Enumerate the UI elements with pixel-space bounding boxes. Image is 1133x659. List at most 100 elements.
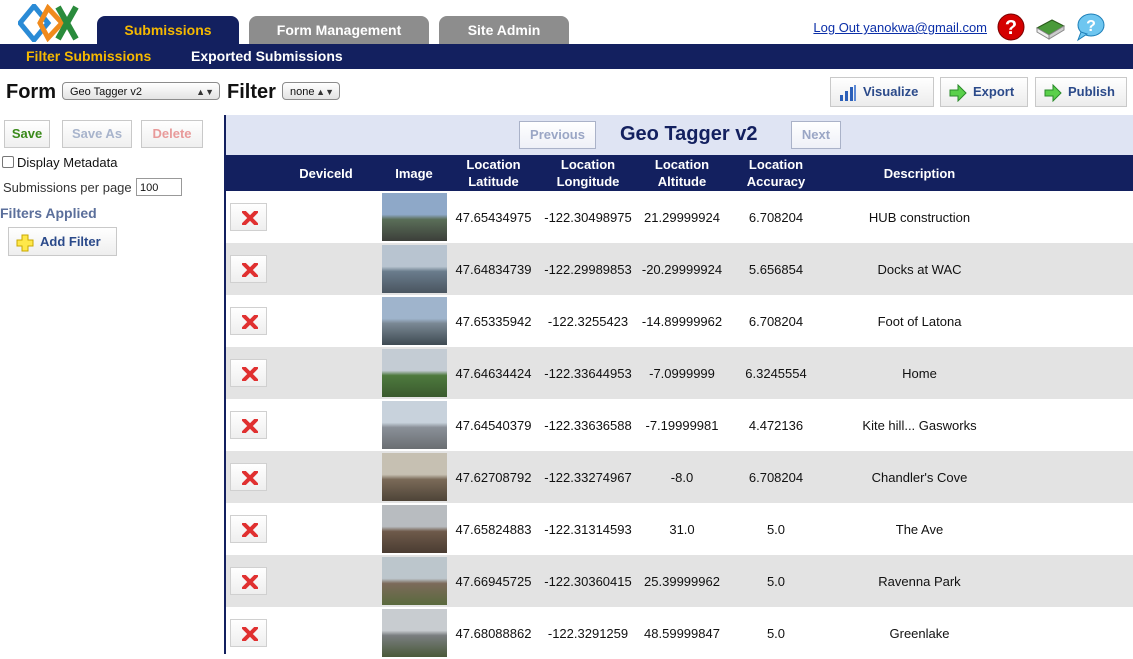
select-arrows-icon: ▲▼: [316, 87, 334, 97]
delete-submission-button[interactable]: [230, 255, 267, 283]
altitude-cell: -14.89999962: [641, 313, 723, 329]
submission-image-thumbnail[interactable]: [382, 505, 447, 553]
column-header[interactable]: Location Longitude: [540, 155, 636, 191]
form-title: Geo Tagger v2: [620, 123, 758, 145]
table-row[interactable]: 47.65824883 -122.31314593 31.0 5.0 The Ave: [226, 503, 1133, 555]
longitude-cell: -122.33644953: [544, 365, 632, 381]
filter-select[interactable]: none ▲▼: [282, 82, 340, 100]
help-icon[interactable]: ?: [995, 12, 1027, 42]
column-header[interactable]: Location Latitude: [451, 155, 536, 191]
submission-image-thumbnail[interactable]: [382, 401, 447, 449]
delete-submission-button[interactable]: [230, 567, 267, 595]
longitude-cell: -122.30360415: [544, 573, 632, 589]
book-icon[interactable]: [1034, 12, 1066, 42]
tab-submissions[interactable]: Submissions: [97, 16, 239, 44]
filter-sidebar: Save Save As Delete Display Metadata Sub…: [0, 115, 224, 654]
table-row[interactable]: 47.65434975 -122.30498975 21.29999924 6.708…: [226, 191, 1133, 243]
submission-image-thumbnail[interactable]: [382, 609, 447, 657]
per-page-input[interactable]: 100: [136, 178, 182, 196]
altitude-cell: -7.19999981: [645, 417, 719, 433]
delete-submission-button[interactable]: [230, 203, 267, 231]
table-row[interactable]: 47.64634424 -122.33644953 -7.0999999 6.3245…: [226, 347, 1133, 399]
description-cell: Kite hill... Gasworks: [862, 417, 977, 433]
tab-site-admin[interactable]: Site Admin: [439, 16, 569, 44]
description-cell: Chandler's Cove: [871, 469, 968, 485]
svg-text:?: ?: [1086, 18, 1096, 35]
delete-submission-button[interactable]: [230, 359, 267, 387]
display-metadata-option[interactable]: Display Metadata: [2, 155, 117, 170]
deviceid-cell: [276, 347, 376, 399]
add-filter-button[interactable]: Add Filter: [8, 227, 117, 256]
table-row[interactable]: 47.62708792 -122.33274967 -8.0 6.708204 Chan…: [226, 451, 1133, 503]
filter-select-value: none: [290, 86, 315, 98]
description-cell: Ravenna Park: [878, 573, 961, 589]
delete-submission-button[interactable]: [230, 307, 267, 335]
latitude-cell: 47.62708792: [455, 469, 532, 485]
logout-link[interactable]: Log Out yanokwa@gmail.com: [813, 20, 987, 35]
delete-x-icon: [242, 263, 258, 277]
description-cell: Home: [902, 365, 937, 381]
submissions-panel: Previous Geo Tagger v2 Next DeviceId Ima…: [226, 115, 1133, 657]
latitude-cell: 47.65824883: [455, 521, 532, 537]
odk-logo: [18, 4, 79, 42]
accuracy-cell: 6.708204: [748, 313, 804, 329]
latitude-cell: 47.64540379: [455, 417, 532, 433]
accuracy-cell: 5.656854: [748, 261, 804, 277]
arrow-right-icon: [1044, 84, 1062, 102]
bar-chart-icon: [840, 85, 856, 101]
table-row[interactable]: 47.68088862 -122.3291259 48.59999847 5.0 Gre…: [226, 607, 1133, 659]
display-metadata-checkbox[interactable]: [2, 156, 14, 168]
submission-image-thumbnail[interactable]: [382, 349, 447, 397]
description-cell: Foot of Latona: [877, 313, 962, 329]
nav-filter-submissions[interactable]: Filter Submissions: [26, 48, 151, 64]
column-header[interactable]: Description: [826, 155, 1013, 191]
latitude-cell: 47.64634424: [455, 365, 532, 381]
submission-image-thumbnail[interactable]: [382, 193, 447, 241]
latitude-cell: 47.68088862: [455, 625, 532, 641]
deviceid-cell: [276, 243, 376, 295]
column-header[interactable]: Location Accuracy: [728, 155, 824, 191]
delete-submission-button[interactable]: [230, 515, 267, 543]
column-header[interactable]: DeviceId: [276, 155, 376, 191]
delete-submission-button[interactable]: [230, 463, 267, 491]
submission-image-thumbnail[interactable]: [382, 297, 447, 345]
delete-submission-button[interactable]: [230, 411, 267, 439]
column-header[interactable]: Location Altitude: [638, 155, 726, 191]
delete-submission-button[interactable]: [230, 619, 267, 647]
longitude-cell: -122.33636588: [544, 417, 632, 433]
delete-x-icon: [242, 523, 258, 537]
longitude-cell: -122.33274967: [544, 469, 632, 485]
plus-icon: [16, 234, 34, 252]
publish-button[interactable]: Publish: [1035, 77, 1127, 107]
delete-x-icon: [242, 471, 258, 485]
export-button[interactable]: Export: [940, 77, 1028, 107]
nav-exported-submissions[interactable]: Exported Submissions: [191, 48, 343, 64]
accuracy-cell: 6.708204: [748, 469, 804, 485]
table-row[interactable]: 47.64834739 -122.29989853 -20.29999924 5.65…: [226, 243, 1133, 295]
save-button[interactable]: Save: [4, 120, 50, 148]
longitude-cell: -122.3291259: [547, 625, 629, 641]
table-row[interactable]: 47.66945725 -122.30360415 25.39999962 5.0 Ra…: [226, 555, 1133, 607]
delete-filter-button[interactable]: Delete: [141, 120, 203, 148]
save-as-button[interactable]: Save As: [62, 120, 132, 148]
submission-image-thumbnail[interactable]: [382, 453, 447, 501]
visualize-button[interactable]: Visualize: [830, 77, 934, 107]
tab-form-management[interactable]: Form Management: [249, 16, 429, 44]
altitude-cell: -20.29999924: [641, 261, 723, 277]
form-select[interactable]: Geo Tagger v2 ▲▼: [62, 82, 220, 100]
deviceid-cell: [276, 399, 376, 451]
previous-button[interactable]: Previous: [519, 121, 596, 149]
latitude-cell: 47.65335942: [455, 313, 532, 329]
table-row[interactable]: 47.65335942 -122.3255423 -14.89999962 6.708…: [226, 295, 1133, 347]
sub-navigation: Filter Submissions Exported Submissions: [0, 44, 1133, 69]
table-row[interactable]: 47.64540379 -122.33636588 -7.19999981 4.472…: [226, 399, 1133, 451]
delete-x-icon: [242, 211, 258, 225]
column-header[interactable]: Image: [378, 155, 450, 191]
accuracy-cell: 6.708204: [748, 209, 804, 225]
longitude-cell: -122.30498975: [544, 209, 632, 225]
submission-image-thumbnail[interactable]: [382, 245, 447, 293]
submission-image-thumbnail[interactable]: [382, 557, 447, 605]
filter-label: Filter: [227, 81, 276, 103]
next-button[interactable]: Next: [791, 121, 841, 149]
feedback-icon[interactable]: ?: [1074, 12, 1106, 42]
